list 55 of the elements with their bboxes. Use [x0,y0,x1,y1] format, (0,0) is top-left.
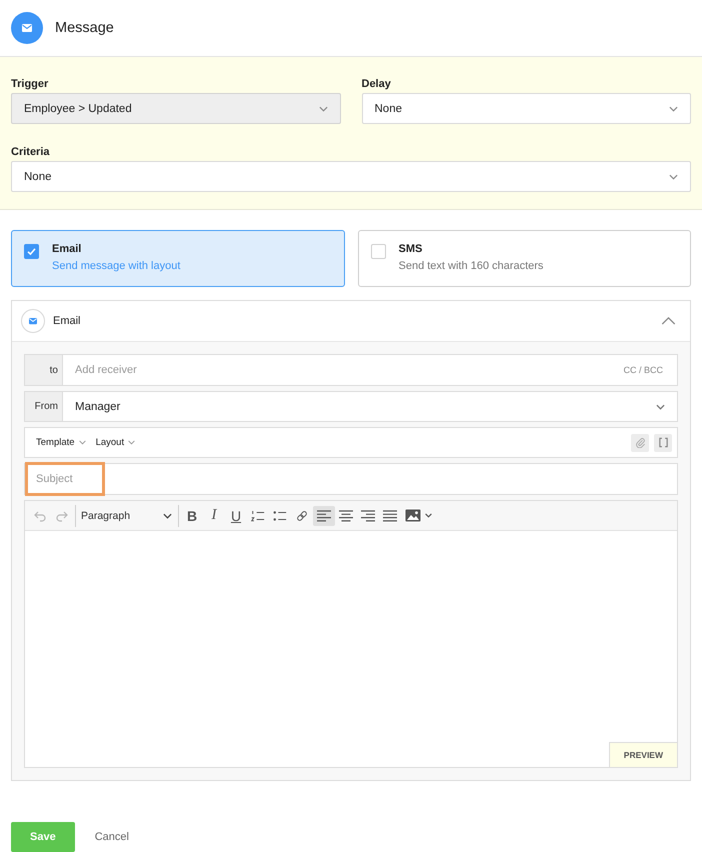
chevron-up-icon[interactable] [661,317,676,325]
bold-button[interactable]: B [181,506,203,526]
dropdown-menu-button[interactable]: Template [36,437,86,448]
channel-title: SMS [398,243,422,256]
page-title: Message [55,20,114,36]
channel-card[interactable]: SMS Send text with 160 characters [358,230,691,287]
field-label: Trigger [11,78,48,91]
chevron-down-icon [669,174,678,180]
italic-button[interactable]: I [203,506,225,526]
receiver-field[interactable]: Add receiver CC / BCC [62,354,678,386]
underline-button[interactable]: U [225,506,247,526]
envelope-icon [11,12,43,44]
field-label: Criteria [11,146,50,159]
chevron-down-icon [128,440,136,445]
brackets-button[interactable] [654,434,672,452]
channel-title: Email [52,243,82,256]
field-label: Delay [362,78,391,91]
dropdown[interactable]: None [362,93,691,124]
justify-icon [383,510,397,522]
checkbox[interactable] [24,244,39,259]
cc-bcc-link[interactable]: CC / BCC [623,365,677,375]
numbered-list-icon [251,510,265,522]
channel-card[interactable]: Email Send message with layout [11,230,344,287]
panel-title: Email [53,315,81,327]
bulleted-list-icon [273,510,287,522]
undo-icon [33,510,47,522]
caret-icon [424,513,432,518]
paragraph-dropdown[interactable]: Paragraph [78,506,176,526]
cancel-button[interactable]: Cancel [94,822,129,852]
chevron-down-icon [656,404,665,410]
field-label: From [24,391,62,422]
envelope-icon [21,309,45,333]
dropdown[interactable]: None [11,161,691,192]
field-label: to [24,354,62,386]
align-left-button[interactable] [313,506,335,526]
align-center-icon [339,510,353,522]
channel-description: Send text with 160 characters [398,260,544,273]
chevron-down-icon [318,106,328,112]
subject-field[interactable]: Subject [24,463,678,495]
message-body-field[interactable]: PREVIEW [25,531,677,767]
image-icon [404,509,420,522]
chevron-down-icon [78,440,86,445]
sender-dropdown[interactable]: Manager [62,391,678,422]
align-left-icon [317,510,331,522]
dropdown-menu-button[interactable]: Layout [96,437,136,448]
chevron-down-icon [163,512,172,518]
redo-icon [55,510,69,522]
link-icon [295,510,309,522]
checkbox[interactable] [370,244,386,259]
preview-button[interactable]: PREVIEW [608,742,677,767]
paperclip-icon [634,437,646,448]
brackets-icon [658,437,668,448]
align-right-icon [361,510,375,522]
channel-description: Send message with layout [52,260,180,273]
chevron-down-icon [669,106,678,112]
